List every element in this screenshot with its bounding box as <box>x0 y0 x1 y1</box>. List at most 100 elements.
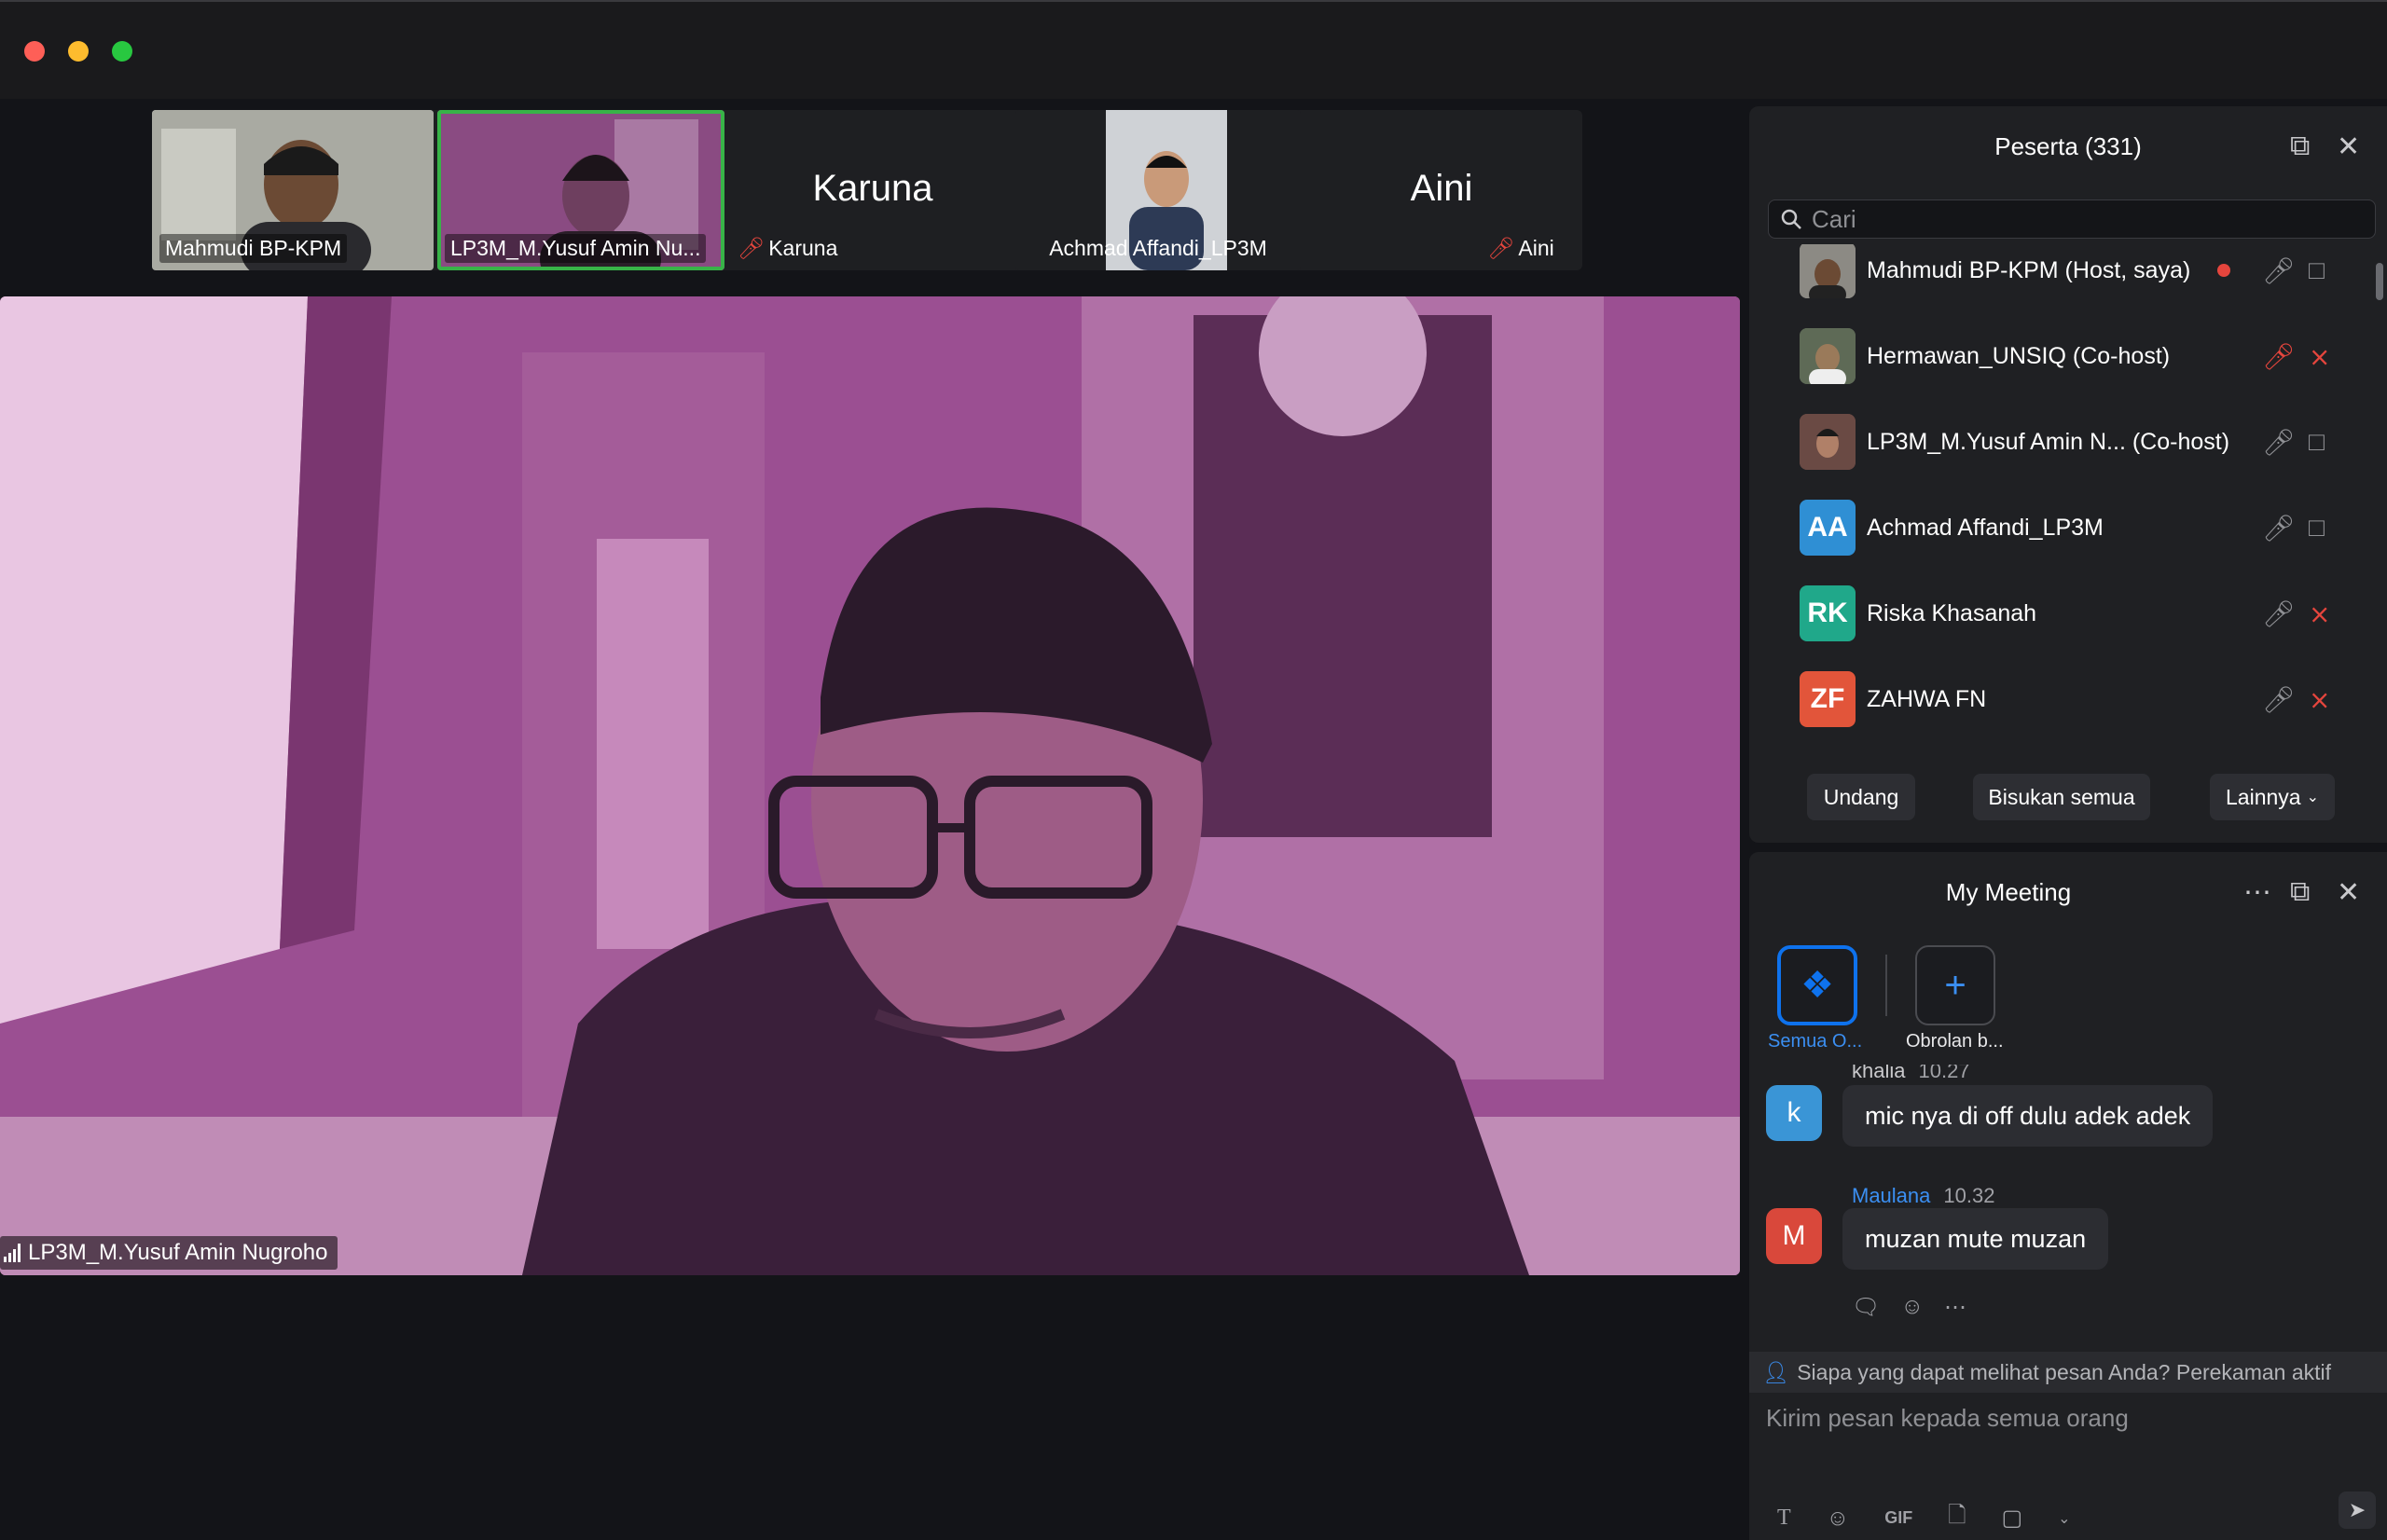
close-icon[interactable]: ✕ <box>2337 131 2360 163</box>
more-button[interactable]: Lainnya ⌄ <box>2210 774 2335 820</box>
camera-icon[interactable]: □ <box>2309 513 2325 543</box>
participant-actions: Undang Bisukan semua Lainnya ⌄ <box>1749 774 2387 820</box>
mic-icon[interactable]: 🎤︎ <box>2262 513 2296 543</box>
emoji-icon[interactable]: ☺ <box>1827 1506 1850 1532</box>
chat-title: My Meeting <box>1945 878 2072 906</box>
participant-name: Riska Khasanah <box>1867 599 2037 626</box>
add-reaction-icon[interactable]: ☺ <box>1900 1294 1924 1321</box>
mute-all-button[interactable]: Bisukan semua <box>1973 774 2150 820</box>
participant-name: ZAHWA FN <box>1867 685 1987 712</box>
thumbnail-name: 🎤︎ Aini <box>1487 236 1554 260</box>
user-visibility-icon: 👤︎ <box>1762 1359 1790 1384</box>
more-icon[interactable]: ⋯ <box>1944 1294 1966 1321</box>
participant-list-scrollbar[interactable] <box>2376 263 2383 300</box>
avatar <box>1800 244 1856 298</box>
participant-row[interactable]: ZF ZAHWA FN 🎤︎ ⨯ <box>1749 656 2365 742</box>
chat-panel: My Meeting ⋯ ⧉ ✕ ❖ Semua O... + Obrolan … <box>1749 852 2387 1540</box>
message-bubble[interactable]: muzan mute muzan <box>1842 1208 2109 1270</box>
avatar: ZF <box>1800 671 1856 727</box>
thumbnail-video[interactable]: Achmad Affandi_LP3M <box>1015 110 1301 270</box>
avatar: AA <box>1800 500 1856 556</box>
thumbnail-strip: Mahmudi BP-KPM LP3M_M.Yusuf Amin Nu... K… <box>152 110 1582 270</box>
mic-muted-icon: 🎤︎ <box>738 236 766 260</box>
mic-icon[interactable]: 🎤︎ <box>2262 255 2296 286</box>
plus-icon: + <box>1944 964 1966 1006</box>
minimize-window-button[interactable] <box>68 41 89 62</box>
mic-icon[interactable]: 🎤︎ <box>2262 684 2296 715</box>
thumbnail-big-name: Karuna <box>812 168 933 209</box>
thumbnail-video-active[interactable]: LP3M_M.Yusuf Amin Nu... <box>437 110 724 270</box>
pop-out-icon[interactable]: ⧉ <box>2290 131 2310 162</box>
invite-button[interactable]: Undang <box>1807 774 1915 820</box>
zoom-window-button[interactable] <box>112 41 132 62</box>
chat-toolbar: T ☺ GIF 🗋︎ ▢ ⌄ <box>1777 1499 2071 1537</box>
search-icon <box>1781 209 1801 229</box>
mic-icon[interactable]: 🎤︎ <box>2262 427 2296 458</box>
participant-search <box>1768 199 2376 239</box>
camera-off-icon[interactable]: ⨯ <box>2309 684 2330 715</box>
participant-name: Mahmudi BP-KPM (Host, saya) <box>1867 256 2191 283</box>
avatar: M <box>1766 1208 1822 1264</box>
message-input[interactable] <box>1766 1404 2372 1433</box>
participant-row[interactable]: LP3M_M.Yusuf Amin N... (Co-host) 🎤︎ □ <box>1749 399 2365 485</box>
thumbnail-no-video[interactable]: Aini 🎤︎ Aini <box>1301 110 1582 270</box>
thumbnail-name: LP3M_M.Yusuf Amin Nu... <box>445 234 707 263</box>
window-titlebar <box>0 0 2387 99</box>
divider <box>1885 955 1887 1016</box>
participants-panel: Peserta (331) ⧉ ✕ Mahmudi BP-KPM (Host, … <box>1749 106 2387 843</box>
speaker-video-image <box>0 296 1740 1275</box>
active-speaker-video[interactable]: LP3M_M.Yusuf Amin Nugroho <box>0 296 1740 1275</box>
mic-icon[interactable]: 🎤︎ <box>2262 598 2296 629</box>
participant-name: Hermawan_UNSIQ (Co-host) <box>1867 342 2171 369</box>
chevron-down-icon: ⌄ <box>2306 790 2319 805</box>
participant-row[interactable]: RK Riska Khasanah 🎤︎ ⨯ <box>1749 571 2365 656</box>
thumbnail-big-name: Aini <box>1410 168 1473 209</box>
message-sender: Maulana 10.32 <box>1852 1184 1995 1207</box>
thumbnail-name: Achmad Affandi_LP3M <box>1049 236 1267 260</box>
camera-icon[interactable]: □ <box>2309 255 2325 285</box>
chat-visibility-notice[interactable]: 👤︎ Siapa yang dapat melihat pesan Anda? … <box>1749 1352 2387 1393</box>
message-bubble[interactable]: mic nya di off dulu adek adek <box>1842 1085 2214 1147</box>
close-window-button[interactable] <box>24 41 45 62</box>
participant-row[interactable]: AA Achmad Affandi_LP3M 🎤︎ □ <box>1749 485 2365 571</box>
message-list: khalia 10.27 k mic nya di off dulu adek a… <box>1749 1065 2387 1344</box>
signal-strength-icon <box>4 1244 21 1262</box>
participant-name: Achmad Affandi_LP3M <box>1867 514 2104 541</box>
participant-name: LP3M_M.Yusuf Amin N... (Co-host) <box>1867 428 2230 455</box>
more-options-icon[interactable]: ⋯ <box>2243 876 2271 909</box>
camera-off-icon[interactable]: ⨯ <box>2309 341 2330 372</box>
screenshot-icon[interactable]: ▢ <box>2001 1505 2022 1532</box>
participant-row[interactable]: Mahmudi BP-KPM (Host, saya) 🎤︎ □ <box>1749 244 2365 313</box>
avatar: RK <box>1800 585 1856 641</box>
camera-off-icon[interactable]: ⨯ <box>2309 598 2330 629</box>
reply-icon[interactable]: 🗨︎ <box>1852 1294 1880 1321</box>
camera-icon[interactable]: □ <box>2309 427 2325 457</box>
text-format-icon[interactable]: T <box>1777 1506 1791 1531</box>
thumbnail-no-video[interactable]: Karuna 🎤︎ Karuna <box>730 110 1015 270</box>
chevron-down-icon[interactable]: ⌄ <box>2058 1509 2070 1528</box>
participant-list: Mahmudi BP-KPM (Host, saya) 🎤︎ □ Hermawa… <box>1749 244 2387 748</box>
message-actions: 🗨︎ ☺ ⋯ <box>1852 1294 1966 1321</box>
mic-muted-icon[interactable]: 🎤︎ <box>2262 341 2296 372</box>
thumbnail-name: Mahmudi BP-KPM <box>159 234 348 263</box>
mic-muted-icon: 🎤︎ <box>1487 236 1515 260</box>
search-input[interactable] <box>1812 204 2334 234</box>
avatar <box>1800 414 1856 470</box>
file-icon[interactable]: 🗋︎ <box>1948 1499 1966 1537</box>
channel-label: Semua O... <box>1768 1031 1863 1052</box>
send-button[interactable]: ➤ <box>2339 1492 2376 1529</box>
message-sender: khalia 10.27 <box>1852 1065 1970 1082</box>
thumbnail-video[interactable]: Mahmudi BP-KPM <box>152 110 434 270</box>
channel-everyone[interactable]: ❖ <box>1777 945 1857 1025</box>
speaker-name-label: LP3M_M.Yusuf Amin Nugroho <box>0 1236 338 1270</box>
gif-button[interactable]: GIF <box>1884 1508 1912 1528</box>
pop-out-icon[interactable]: ⧉ <box>2290 876 2310 908</box>
avatar: k <box>1766 1085 1822 1141</box>
participant-row[interactable]: Hermawan_UNSIQ (Co-host) 🎤︎ ⨯ <box>1749 313 2365 399</box>
channel-label: Obrolan b... <box>1906 1031 2004 1052</box>
avatar <box>1800 328 1856 384</box>
people-icon: ❖ <box>1801 965 1834 1006</box>
close-icon[interactable]: ✕ <box>2337 876 2360 909</box>
send-icon: ➤ <box>2348 1498 2366 1521</box>
channel-new[interactable]: + <box>1915 945 1995 1025</box>
